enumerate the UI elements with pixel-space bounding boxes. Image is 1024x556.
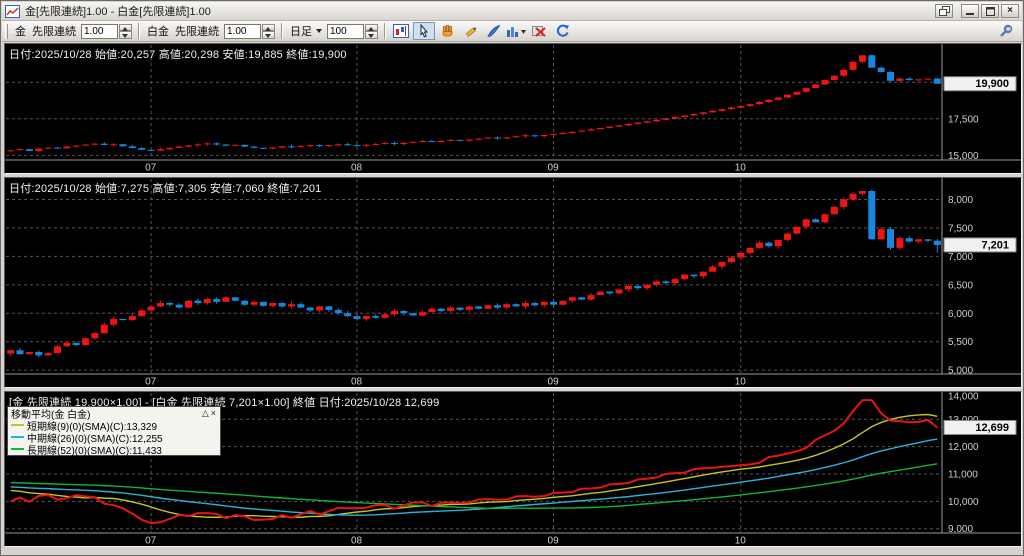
- chart-app-window: 金[先限連続]1.00 - 白金[先限連続]1.00 × 金 先限連続 白金 先…: [0, 0, 1024, 556]
- svg-text:12,699: 12,699: [975, 422, 1009, 434]
- platinum-series-label: 先限連続: [175, 26, 219, 38]
- svg-text:6,500: 6,500: [948, 280, 973, 291]
- legend-line-swatch: [11, 424, 24, 426]
- minimize-button[interactable]: [961, 4, 979, 18]
- gold-chart-panel: 20,00017,50015,0000708091019,900 日付:2025…: [4, 43, 1022, 174]
- platinum-current-price-badge: 7,201: [943, 237, 1017, 253]
- svg-text:14,000: 14,000: [948, 392, 979, 403]
- svg-text:07: 07: [145, 377, 157, 388]
- gold-multiplier-down-button[interactable]: [119, 31, 132, 39]
- platinum-chart-panel: 8,000 7,500 7,000 6,500 6,000 5,500 5,000 07 08 0…: [4, 177, 1022, 388]
- float-window-button[interactable]: [935, 4, 953, 18]
- select-cursor-icon[interactable]: [413, 22, 435, 40]
- gold-multiplier-spinner: [81, 23, 132, 39]
- platinum-plot-area[interactable]: 8,000 7,500 7,000 6,500 6,000 5,500 5,000 07 08 0…: [5, 178, 1021, 387]
- toolbar-separator: [281, 23, 283, 39]
- svg-text:8,000: 8,000: [948, 195, 973, 206]
- gold-chart-svg[interactable]: 20,00017,50015,0000708091019,900: [5, 44, 1021, 173]
- pen-tool-icon[interactable]: [482, 22, 504, 40]
- legend-line-swatch: [11, 448, 24, 450]
- gold-series-label: 先限連続: [32, 26, 76, 38]
- svg-text:09: 09: [548, 536, 560, 547]
- svg-text:09: 09: [548, 377, 560, 388]
- svg-text:12,000: 12,000: [948, 442, 979, 453]
- svg-text:7,500: 7,500: [948, 223, 973, 234]
- toolbar-separator: [138, 23, 140, 39]
- spread-chart-panel: 14,00013,00012,00011,00010,0009,00007080…: [4, 391, 1022, 547]
- platinum-multiplier-down-button[interactable]: [262, 31, 275, 39]
- legend-line-swatch: [11, 436, 24, 438]
- platinum-ohlc-info: 日付:2025/10/28 始値:7,275 高値:7,305 安値:7,060…: [9, 183, 322, 195]
- svg-text:11,000: 11,000: [948, 469, 978, 480]
- platinum-multiplier-spinner: [224, 23, 275, 39]
- gold-ohlc-info: 日付:2025/10/28 始値:20,257 高値:20,298 安値:19,…: [9, 49, 347, 61]
- title-bar[interactable]: 金[先限連続]1.00 - 白金[先限連続]1.00 ×: [2, 2, 1022, 21]
- bar-count-spinner: [327, 23, 378, 39]
- toolbar: 金 先限連続 白金 先限連続 日足: [2, 21, 1022, 42]
- gold-multiplier-input[interactable]: [81, 23, 118, 39]
- svg-text:10,000: 10,000: [948, 497, 979, 508]
- toolbar-separator: [384, 23, 386, 39]
- svg-text:19,900: 19,900: [975, 78, 1009, 90]
- hand-tool-icon[interactable]: [436, 22, 458, 40]
- platinum-multiplier-up-button[interactable]: [262, 23, 275, 31]
- pencil-tool-icon[interactable]: [459, 22, 481, 40]
- close-button[interactable]: ×: [1001, 4, 1019, 18]
- svg-text:09: 09: [548, 163, 560, 174]
- svg-text:08: 08: [351, 377, 363, 388]
- svg-text:17,500: 17,500: [948, 114, 979, 125]
- svg-text:6,000: 6,000: [948, 309, 973, 320]
- spread-current-price-badge: 12,699: [943, 420, 1017, 436]
- toolbar-grip[interactable]: [5, 23, 8, 39]
- chart-type-icon[interactable]: [390, 22, 412, 40]
- svg-text:08: 08: [351, 163, 363, 174]
- moving-average-legend: 移動平均(金 白金) △ × 短期線(9)(0)(SMA)(C):13,329 中…: [7, 406, 221, 457]
- period-label[interactable]: 日足: [290, 23, 312, 39]
- period-dropdown-icon[interactable]: [316, 29, 322, 33]
- svg-text:7,201: 7,201: [981, 239, 1009, 251]
- settings-wrench-icon[interactable]: [994, 22, 1016, 40]
- svg-text:10: 10: [735, 536, 747, 547]
- svg-text:7,000: 7,000: [948, 252, 973, 263]
- window-title: 金[先限連続]1.00 - 白金[先限連続]1.00: [25, 6, 211, 18]
- refresh-icon[interactable]: [551, 22, 573, 40]
- gold-multiplier-up-button[interactable]: [119, 23, 132, 31]
- svg-text:5,500: 5,500: [948, 337, 973, 348]
- legend-close-icon[interactable]: ×: [210, 408, 217, 418]
- maximize-button[interactable]: [981, 4, 999, 18]
- gold-symbol-label: 金: [15, 26, 26, 38]
- app-chart-icon: [5, 4, 21, 18]
- legend-entry-label: 長期線(52)(0)(SMA)(C):11,433: [27, 445, 162, 457]
- platinum-symbol-label: 白金: [147, 26, 169, 38]
- gold-plot-area[interactable]: 20,00017,50015,0000708091019,900: [5, 44, 1021, 173]
- svg-text:10: 10: [735, 377, 747, 388]
- svg-text:9,000: 9,000: [948, 524, 973, 535]
- svg-text:07: 07: [145, 536, 157, 547]
- svg-text:5,000: 5,000: [948, 366, 973, 377]
- svg-text:10: 10: [735, 163, 747, 174]
- legend-collapse-icon[interactable]: △: [201, 408, 210, 418]
- platinum-multiplier-input[interactable]: [224, 23, 261, 39]
- bar-chart-icon[interactable]: [505, 22, 527, 40]
- bar-count-down-button[interactable]: [365, 31, 378, 39]
- bar-count-up-button[interactable]: [365, 23, 378, 31]
- clear-drawing-icon[interactable]: [528, 22, 550, 40]
- bar-count-input[interactable]: [327, 23, 364, 39]
- svg-text:07: 07: [145, 163, 157, 174]
- legend-entry[interactable]: 長期線(52)(0)(SMA)(C):11,433: [8, 443, 220, 457]
- svg-text:08: 08: [351, 536, 363, 547]
- gold-current-price-badge: 19,900: [943, 76, 1017, 92]
- platinum-chart-svg[interactable]: 8,000 7,500 7,000 6,500 6,000 5,500 5,000 07 08 0…: [5, 178, 1021, 387]
